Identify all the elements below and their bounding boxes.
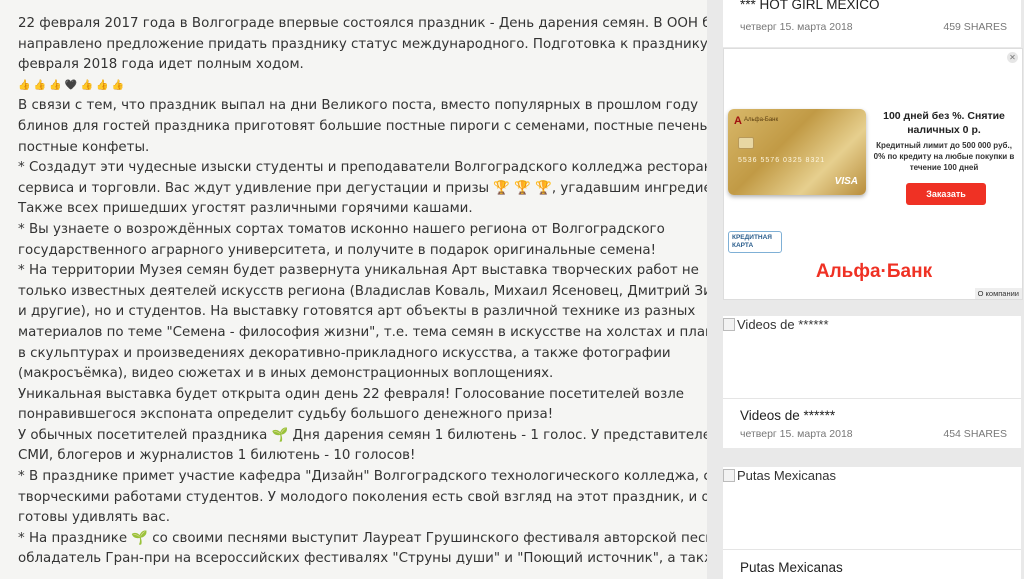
card-title[interactable]: Videos de ****** bbox=[723, 408, 835, 423]
card-image[interactable]: Videos de ****** bbox=[723, 317, 829, 332]
divider bbox=[723, 398, 1021, 399]
article-line: * Создадут эти чудесные изыски студенты … bbox=[18, 160, 707, 176]
broken-image-icon bbox=[723, 318, 735, 331]
article-line: Также всех пришедших угостят различными … bbox=[18, 201, 473, 217]
article-body: 22 февраля 2017 года в Волгограде впервы… bbox=[0, 0, 707, 579]
card-date: четверг 15. марта 2018 bbox=[740, 21, 853, 33]
article-line: (макросъёмка), видео сюжетах и в иных де… bbox=[18, 366, 554, 382]
article-line: материалов по теме "Семена - философия ж… bbox=[18, 324, 707, 340]
article-line: Уникальная выставка будет открыта один д… bbox=[18, 386, 685, 402]
article-line: февраля 2018 года идет полным ходом. bbox=[18, 57, 304, 73]
article-line: блинов для гостей праздника приготовят б… bbox=[18, 118, 707, 134]
card-image[interactable]: Putas Mexicanas bbox=[723, 468, 836, 483]
article-line: сервиса и торговли. Вас ждут удивление п… bbox=[18, 180, 707, 196]
visa-logo: VISA bbox=[834, 176, 858, 187]
article-line: и другие), но и студентов. На выставку г… bbox=[18, 304, 696, 320]
article-line: обладатель Гран-при на всероссийских фес… bbox=[18, 551, 707, 567]
card-chip-icon bbox=[738, 137, 754, 149]
card-date: четверг 15. марта 2018 bbox=[740, 428, 853, 440]
article-line: направлено предложение придать празднику… bbox=[18, 36, 707, 52]
alfa-bank-ad[interactable]: ✕ А Альфа-Банк 5536 5576 0325 8321 VISA … bbox=[723, 48, 1023, 300]
card-meta: четверг 15. марта 2018 459 SHARES bbox=[723, 21, 1021, 33]
news-card-putas[interactable]: Putas Mexicanas Putas Mexicanas bbox=[723, 467, 1021, 579]
credit-card-image: А Альфа-Банк 5536 5576 0325 8321 VISA bbox=[728, 109, 866, 195]
article-line: У обычных посетителей праздника 🌱 Дня да… bbox=[18, 427, 707, 443]
ad-headline: 100 дней без %. Снятие наличных 0 р. bbox=[883, 110, 1005, 136]
ad-subtext: Кредитный лимит до 500 000 руб., 0% по к… bbox=[873, 141, 1015, 172]
card-title[interactable]: *** HOT GIRL MEXICO bbox=[723, 0, 880, 12]
article-line: государственного аграрного университета,… bbox=[18, 242, 657, 258]
card-bank-name: Альфа-Банк bbox=[744, 117, 779, 123]
article-line: творческими работами студентов. У молодо… bbox=[18, 489, 707, 505]
card-shares: 454 SHARES bbox=[943, 428, 1007, 440]
order-button[interactable]: Заказать bbox=[906, 183, 986, 205]
article-line: * На празднике 🌱 со своими песнями высту… bbox=[18, 530, 707, 546]
card-image-alt: Videos de ****** bbox=[737, 317, 829, 332]
broken-image-icon bbox=[723, 469, 735, 482]
card-meta: четверг 15. марта 2018 454 SHARES bbox=[723, 428, 1021, 440]
news-card-videos[interactable]: Videos de ****** Videos de ****** четвер… bbox=[723, 316, 1021, 448]
article-line: 22 февраля 2017 года в Волгограде впервы… bbox=[18, 16, 707, 31]
news-card-hot-girl[interactable]: *** HOT GIRL MEXICO четверг 15. марта 20… bbox=[723, 0, 1021, 47]
article-line: СМИ, блогеров и журналистов 1 билютень -… bbox=[18, 448, 416, 464]
card-shares: 459 SHARES bbox=[943, 21, 1007, 33]
card-title[interactable]: Putas Mexicanas bbox=[723, 560, 843, 575]
article-line: в скульптурах и произведениях декоративн… bbox=[18, 345, 671, 361]
article-line: * В празднике примет участие кафедра "Ди… bbox=[18, 469, 707, 485]
article-line: * На территории Музея семян будет развер… bbox=[18, 263, 699, 279]
close-icon[interactable]: ✕ bbox=[1007, 52, 1018, 63]
about-company-link[interactable]: О компании bbox=[974, 288, 1022, 299]
article-line: постные конфеты. bbox=[18, 139, 150, 155]
credit-card-badge: КРЕДИТНАЯ КАРТА bbox=[728, 231, 782, 253]
emoji-row: 👍 👍 👍 🖤 👍 👍 👍 bbox=[18, 79, 125, 91]
article-line: понравившегося экспоната определит судьб… bbox=[18, 407, 554, 423]
article-line: В связи с тем, что праздник выпал на дни… bbox=[18, 98, 699, 114]
divider bbox=[723, 549, 1021, 550]
ad-brand-logo: Альфа·Банк bbox=[815, 261, 933, 282]
sidebar: *** HOT GIRL MEXICO четверг 15. марта 20… bbox=[723, 0, 1024, 579]
article-line: * Вы узнаете о возрождённых сортах томат… bbox=[18, 221, 665, 237]
card-image-alt: Putas Mexicanas bbox=[737, 468, 836, 483]
article-line: только известных деятелей искусств регио… bbox=[18, 283, 707, 299]
card-logo: А bbox=[734, 115, 742, 127]
card-number: 5536 5576 0325 8321 bbox=[738, 157, 826, 164]
article-line: готовы удивлять вас. bbox=[18, 510, 170, 526]
